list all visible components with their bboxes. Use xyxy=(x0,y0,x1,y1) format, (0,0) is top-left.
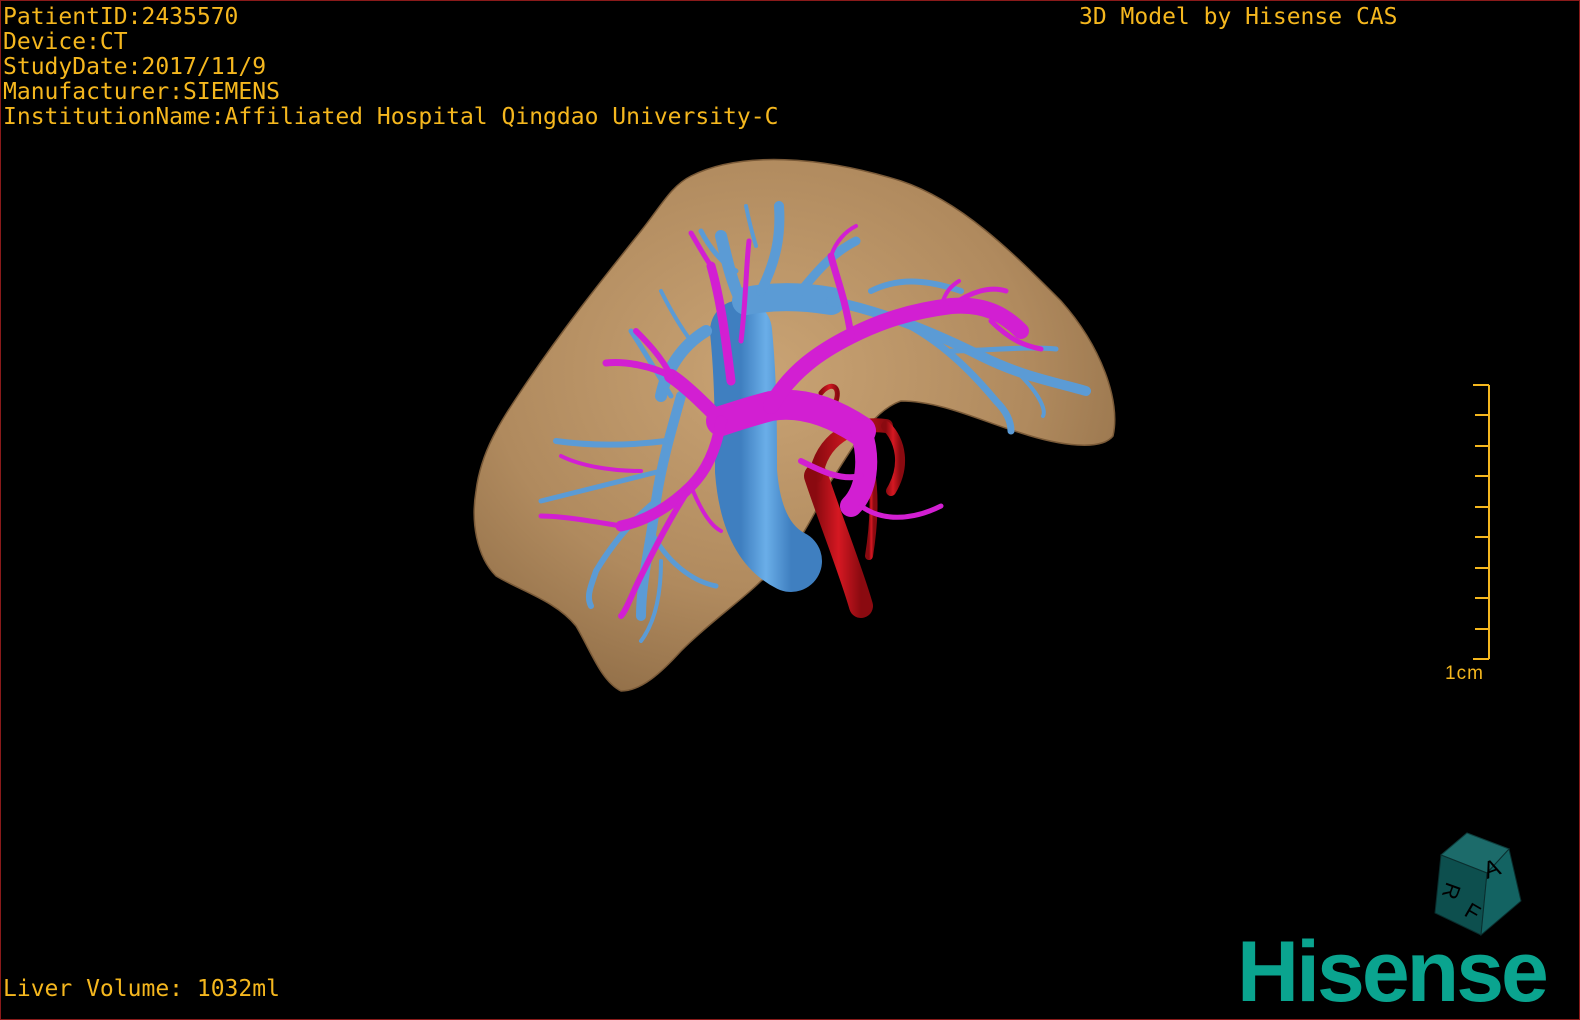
model-credit-label: 3D Model by Hisense CAS xyxy=(1079,4,1398,30)
liver-volume-label: Liver Volume: 1032ml xyxy=(3,976,280,1002)
hisense-logo: Hisense xyxy=(1237,924,1549,1020)
patient-id-label: PatientID:2435570 xyxy=(3,4,239,30)
manufacturer-label: Manufacturer:SIEMENS xyxy=(3,79,280,105)
scale-bar xyxy=(1473,384,1490,660)
study-date-label: StudyDate:2017/11/9 xyxy=(3,54,267,80)
liver-parenchyma xyxy=(473,158,1116,692)
scale-bar-label: 1cm xyxy=(1445,663,1484,684)
liver-3d-model[interactable]: A R F xyxy=(1,1,1579,1019)
orientation-cube[interactable]: A R F xyxy=(1434,832,1522,937)
device-label: Device:CT xyxy=(3,29,128,55)
3d-viewport[interactable]: A R F PatientID:2435570 Device:CT StudyD… xyxy=(0,0,1580,1020)
institution-label: InstitutionName:Affiliated Hospital Qing… xyxy=(3,104,779,130)
